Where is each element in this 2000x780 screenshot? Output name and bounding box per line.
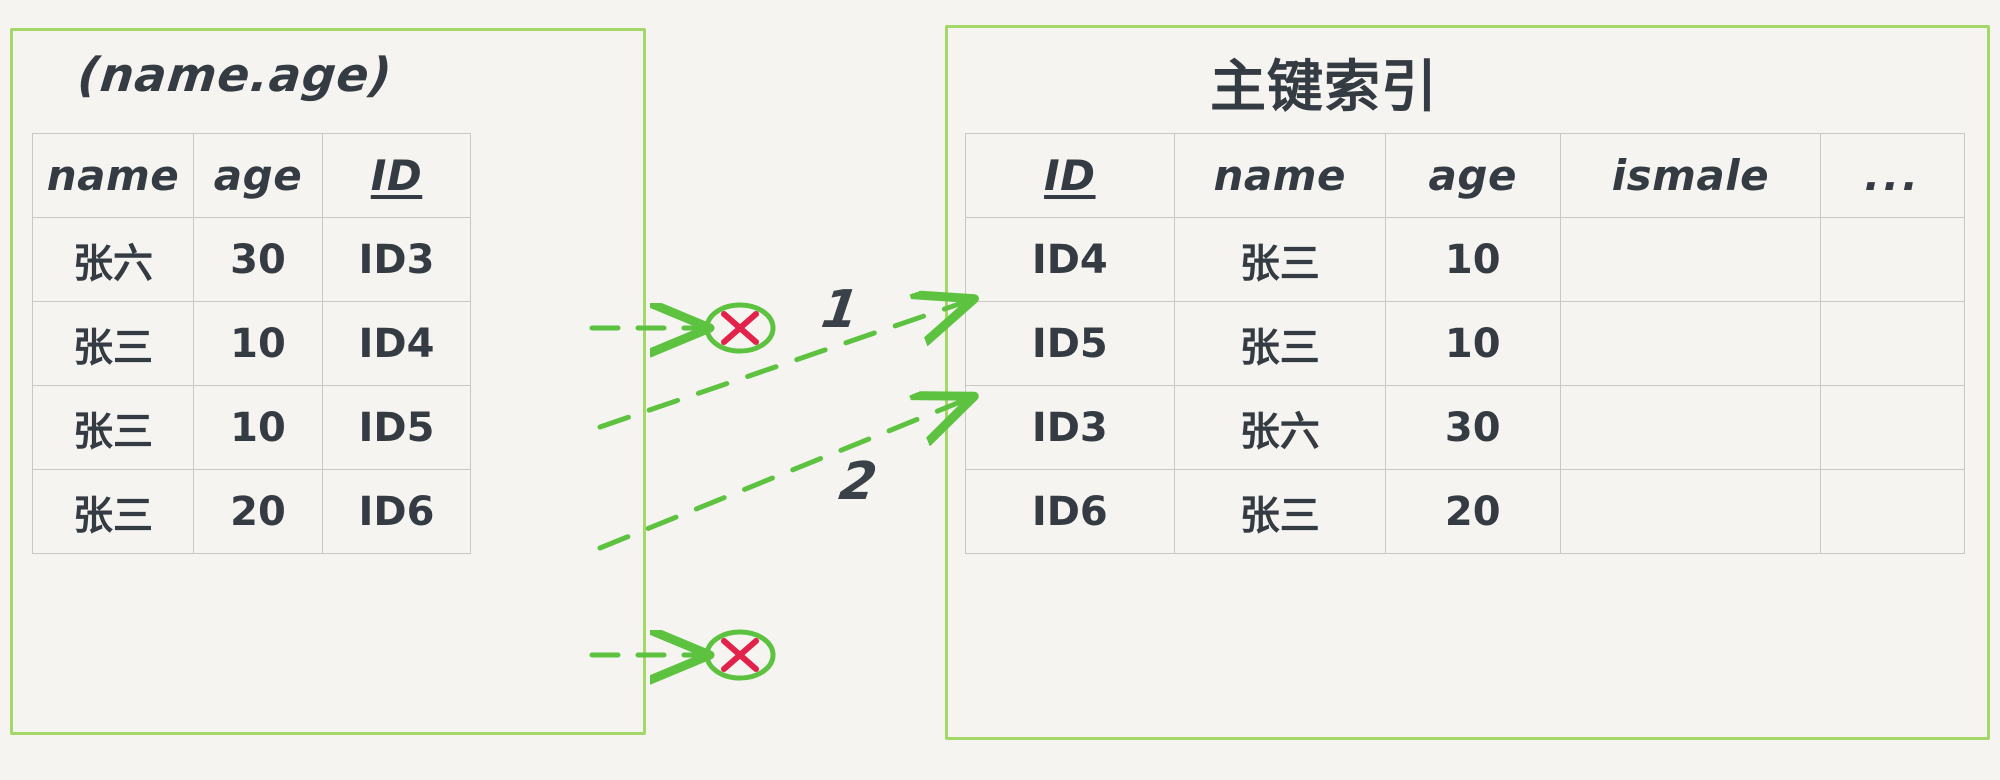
- left-header-name: name: [32, 133, 194, 218]
- left-cell-id: ID3: [322, 217, 471, 302]
- right-cell-ismale: [1559, 385, 1822, 470]
- left-header-age: age: [193, 133, 323, 218]
- left-cell-age: 30: [193, 217, 323, 302]
- right-header-age: age: [1384, 133, 1561, 218]
- left-cell-name: 张六: [32, 217, 194, 302]
- table-row: ID6 张三 20: [965, 469, 1965, 554]
- right-cell-age: 30: [1384, 385, 1561, 470]
- table-row: 张三 10 ID4: [32, 301, 471, 386]
- primary-index-table: ID name age ismale ... ID4 张三 10 ID5 张三 …: [965, 133, 1965, 554]
- right-header-ismale: ismale: [1559, 133, 1822, 218]
- right-cell-more: [1820, 217, 1965, 302]
- table-row: 张六 30 ID3: [32, 217, 471, 302]
- right-cell-name: 张三: [1173, 301, 1386, 386]
- rejected-marker-icon: [704, 629, 776, 681]
- right-cell-age: 10: [1384, 217, 1561, 302]
- secondary-index-table: name age ID 张六 30 ID3 张三 10 ID4 张三 10 ID…: [32, 133, 471, 554]
- table-row: ID3 张六 30: [965, 385, 1965, 470]
- right-cell-name: 张六: [1173, 385, 1386, 470]
- rejected-marker-icon: [704, 302, 776, 354]
- right-header-id-text: ID: [1044, 151, 1096, 200]
- table-row: 张三 20 ID6: [32, 469, 471, 554]
- right-cell-age: 10: [1384, 301, 1561, 386]
- arrow-step-1: [597, 302, 965, 430]
- right-cell-id: ID4: [965, 217, 1175, 302]
- left-cell-name: 张三: [32, 469, 194, 554]
- left-cell-name: 张三: [32, 301, 194, 386]
- right-cell-id: ID5: [965, 301, 1175, 386]
- left-cell-age: 10: [193, 301, 323, 386]
- right-header-id: ID: [965, 133, 1175, 218]
- right-cell-more: [1820, 469, 1965, 554]
- step-label-2: 2: [835, 452, 881, 512]
- table-row: ID4 张三 10: [965, 217, 1965, 302]
- left-cell-id: ID6: [322, 469, 471, 554]
- right-cell-name: 张三: [1173, 217, 1386, 302]
- left-cell-id: ID4: [322, 301, 471, 386]
- left-cell-id: ID5: [322, 385, 471, 470]
- step-label-1: 1: [817, 280, 863, 340]
- arrow-step-2: [597, 400, 965, 551]
- left-cell-age: 20: [193, 469, 323, 554]
- table-header-row: name age ID: [32, 133, 471, 218]
- right-cell-ismale: [1559, 217, 1822, 302]
- left-cell-age: 10: [193, 385, 323, 470]
- left-header-id: ID: [322, 133, 471, 218]
- left-panel-caption: (name.age): [75, 48, 395, 103]
- table-header-row: ID name age ismale ...: [965, 133, 1965, 218]
- right-cell-ismale: [1559, 469, 1822, 554]
- right-cell-more: [1820, 385, 1965, 470]
- table-row: 张三 10 ID5: [32, 385, 471, 470]
- right-cell-age: 20: [1384, 469, 1561, 554]
- right-cell-id: ID6: [965, 469, 1175, 554]
- left-header-id-text: ID: [370, 151, 423, 200]
- right-cell-ismale: [1559, 301, 1822, 386]
- right-cell-more: [1820, 301, 1965, 386]
- right-header-name: name: [1173, 133, 1386, 218]
- table-row: ID5 张三 10: [965, 301, 1965, 386]
- right-cell-id: ID3: [965, 385, 1175, 470]
- diagram-canvas: (name.age) name age ID 张六 30 ID3 张三 10 I…: [0, 0, 2000, 780]
- right-panel-caption: 主键索引: [1210, 55, 1438, 120]
- right-cell-name: 张三: [1173, 469, 1386, 554]
- right-header-more: ...: [1820, 133, 1965, 218]
- left-cell-name: 张三: [32, 385, 194, 470]
